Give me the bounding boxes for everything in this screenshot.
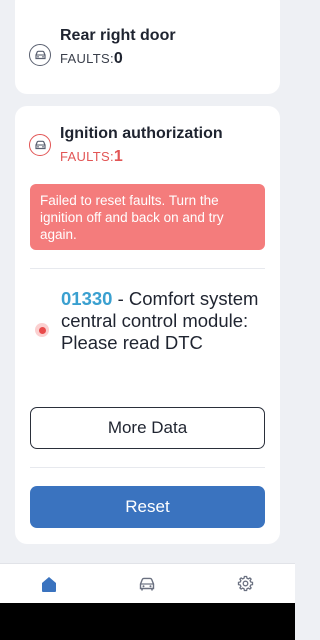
bottom-nav (0, 563, 295, 603)
car-icon (140, 577, 155, 590)
dtc-text: 01330 - Comfort system central control m… (61, 288, 266, 354)
reset-button[interactable]: Reset (30, 486, 265, 528)
dtc-item: 01330 - Comfort system central control m… (35, 288, 266, 354)
ecu-name: Ignition authorization (60, 125, 223, 142)
car-icon (29, 134, 51, 156)
system-navigation-bar (0, 603, 295, 640)
home-icon (42, 576, 57, 592)
ecu-card-ignition-authorization: Ignition authorization FAULTS:1 Failed t… (15, 106, 280, 544)
fault-status-dot (35, 323, 49, 337)
ecu-row: Rear right door FAULTS:0 (29, 27, 270, 68)
dtc-code: 01330 (61, 288, 113, 309)
divider (30, 467, 265, 468)
nav-settings[interactable] (226, 566, 266, 602)
faults-count: 0 (113, 50, 124, 67)
ecu-card-rear-right-door[interactable]: Rear right door FAULTS:0 (15, 0, 280, 94)
faults-label: FAULTS: (60, 51, 114, 66)
gear-icon (238, 575, 254, 592)
divider (30, 268, 265, 269)
faults-counter: FAULTS:0 (60, 50, 176, 68)
nav-home[interactable] (29, 566, 69, 602)
ecu-name: Rear right door (60, 27, 176, 44)
nav-vehicle[interactable] (127, 566, 167, 602)
car-icon (29, 44, 51, 66)
faults-count: 1 (113, 148, 124, 165)
faults-label: FAULTS: (60, 149, 114, 164)
ecu-row: Ignition authorization FAULTS:1 (29, 124, 270, 166)
error-banner: Failed to reset faults. Turn the ignitio… (30, 184, 265, 250)
faults-counter: FAULTS:1 (60, 148, 223, 166)
dtc-separator: - (112, 288, 129, 309)
more-data-button[interactable]: More Data (30, 407, 265, 449)
